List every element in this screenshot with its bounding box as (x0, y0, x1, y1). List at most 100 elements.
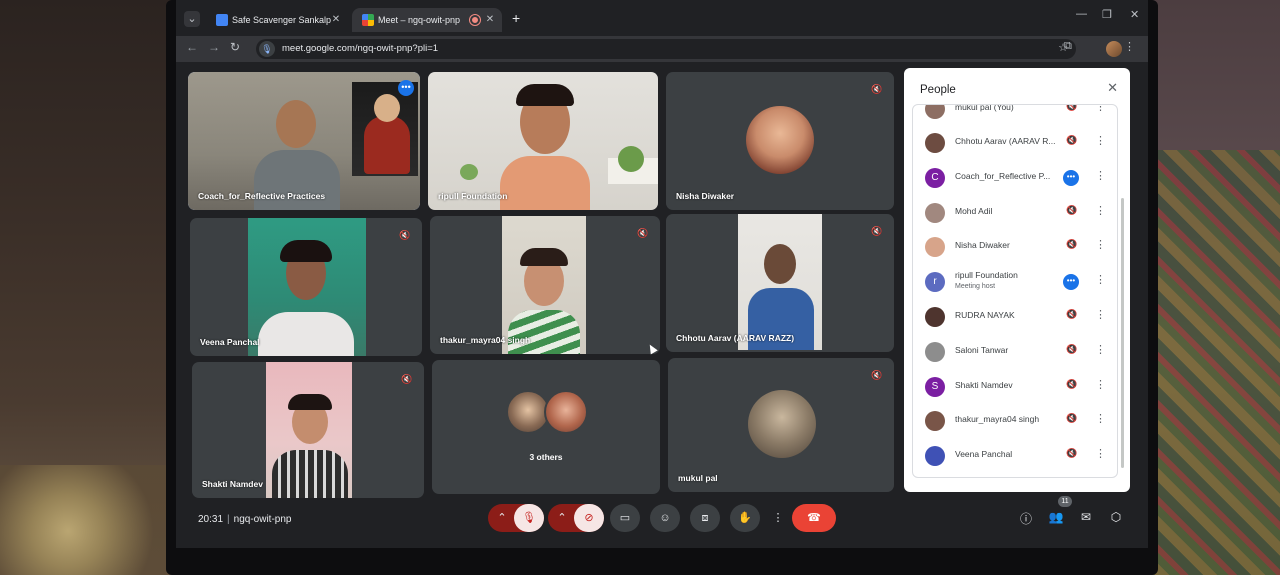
participant-row[interactable]: S Shakti Namdev 🔇 ⋮ (913, 369, 1117, 403)
tile-others[interactable]: 3 others (432, 360, 660, 494)
participant-row[interactable]: Saloni Tanwar 🔇 ⋮ (913, 334, 1117, 368)
person-body (258, 312, 354, 356)
window-close-icon[interactable]: ✕ (1130, 8, 1139, 21)
mic-off-icon: 🔇 (1066, 205, 1078, 215)
participant-row[interactable]: mukul pal (You) 🔇 ⋮ (913, 104, 1117, 125)
person-body (508, 310, 580, 354)
minimize-icon[interactable]: — (1076, 8, 1087, 20)
tab-safe-scavenger[interactable]: Safe Scavenger Sankalp ✕ (206, 8, 348, 32)
profile-avatar[interactable] (1106, 41, 1122, 57)
more-options-icon[interactable]: ⋮ (1095, 273, 1106, 286)
avatar (925, 203, 945, 223)
scrollbar[interactable] (1121, 198, 1124, 468)
participant-row[interactable]: thakur_mayra04 singh 🔇 ⋮ (913, 403, 1117, 437)
activities-icon[interactable]: ⬡ (1108, 510, 1124, 524)
more-options-icon[interactable]: ⋮ (1095, 343, 1106, 356)
people-panel: People ✕ mukul pal (You) 🔇 ⋮ Chhotu Aara… (904, 68, 1130, 492)
mic-off-icon: 🔇 (1066, 448, 1078, 458)
people-icon[interactable]: 👥 (1048, 510, 1064, 524)
participant-row[interactable]: Veena Panchal 🔇 ⋮ (913, 438, 1117, 472)
more-options-icon[interactable]: ⋮ (1095, 447, 1106, 460)
person-face (764, 244, 796, 284)
tile-nisha[interactable]: 🔇 Nisha Diwaker (666, 72, 894, 210)
participant-name: Coach_for_Reflective Practices (198, 191, 326, 201)
site-info-icon[interactable]: 🎙 (259, 41, 275, 57)
participant-row[interactable]: r ripull Foundation Meeting host ••• ⋮ (913, 264, 1117, 298)
forward-icon[interactable]: → (208, 40, 220, 54)
avatar (925, 133, 945, 153)
mic-off-icon: 🔇 (1066, 413, 1078, 423)
tile-thakur[interactable]: 🔇 thakur_mayra04 singh (430, 216, 660, 354)
participant-name: Coach_for_Reflective P... (955, 171, 1051, 181)
tile-ripull[interactable]: ripull Foundation (428, 72, 658, 210)
tab-meet[interactable]: Meet – ngq-owit-pnp ✕ (352, 8, 502, 32)
meet-icon (362, 14, 374, 26)
mic-off-icon: 🔇 (1066, 239, 1078, 249)
close-icon[interactable]: ✕ (330, 8, 342, 32)
speaking-icon: ••• (1063, 274, 1079, 290)
camera-control-group: ⌃ ⊘ (548, 504, 604, 532)
avatar (746, 106, 814, 174)
participant-name: thakur_mayra04 singh (440, 335, 531, 345)
leave-call-icon[interactable]: ☎ (792, 504, 836, 532)
chevron-up-icon[interactable]: ⌃ (494, 504, 510, 532)
url-bar[interactable]: 🎙 meet.google.com/ngq-owit-pnp?pli=1 ☆ (256, 39, 1076, 59)
new-tab-button[interactable]: + (512, 10, 520, 26)
mic-off-icon: 🔇 (637, 228, 649, 238)
close-icon[interactable]: ✕ (1107, 80, 1118, 96)
tab-search-icon[interactable]: ⌄ (184, 11, 200, 27)
participant-name: Saloni Tanwar (955, 345, 1009, 355)
close-icon[interactable]: ✕ (484, 8, 496, 32)
meeting-code: ngq-owit-pnp (233, 514, 292, 525)
more-options-icon[interactable]: ⋮ (1095, 412, 1106, 425)
participant-row[interactable]: Nisha Diwaker 🔇 ⋮ (913, 229, 1117, 263)
more-options-icon[interactable]: ⋮ (770, 504, 786, 532)
avatar (925, 307, 945, 327)
meeting-details-icon[interactable]: ⓘ (1018, 510, 1034, 527)
avatar (925, 237, 945, 257)
raise-hand-icon[interactable]: ✋ (730, 504, 760, 532)
chat-icon[interactable]: ✉ (1078, 510, 1094, 524)
avatar: S (925, 377, 945, 397)
participant-row[interactable]: RUDRA NAYAK 🔇 ⋮ (913, 299, 1117, 333)
extensions-icon[interactable]: ⧉ (1064, 40, 1072, 53)
more-options-icon[interactable]: ⋮ (1095, 238, 1106, 251)
participant-row[interactable]: C Coach_for_Reflective P... ••• ⋮ (913, 160, 1117, 194)
camera-off-icon[interactable]: ⊘ (574, 504, 604, 532)
avatar (925, 411, 945, 431)
others-count: 3 others (529, 452, 563, 462)
mic-off-icon: 🔇 (871, 84, 883, 94)
more-options-icon[interactable]: ⋮ (1095, 169, 1106, 182)
participant-row[interactable]: Mohd Adil 🔇 ⋮ (913, 195, 1117, 229)
participant-row[interactable]: Chhotu Aarav (AARAV R... 🔇 ⋮ (913, 125, 1117, 159)
tile-veena[interactable]: 🔇 Veena Panchal (190, 218, 422, 356)
more-options-icon[interactable]: ⋮ (1095, 308, 1106, 321)
participant-name: thakur_mayra04 singh (955, 414, 1040, 424)
back-icon[interactable]: ← (186, 40, 198, 54)
mic-off-icon: 🔇 (1066, 309, 1078, 319)
chevron-up-icon[interactable]: ⌃ (554, 504, 570, 532)
more-options-icon[interactable]: ⋮ (1095, 204, 1106, 217)
restore-icon[interactable]: ❐ (1102, 8, 1112, 21)
tile-mukul[interactable]: 🔇 mukul pal (668, 358, 894, 492)
panel-title: People (920, 84, 956, 96)
browser-menu-icon[interactable]: ⋮ (1124, 40, 1135, 53)
tile-chhotu[interactable]: 🔇 Chhotu Aarav (AARAV RAZZ) (666, 214, 894, 352)
captions-icon[interactable]: ▭ (610, 504, 640, 532)
mic-off-icon: 🔇 (1066, 379, 1078, 389)
person-face (276, 100, 316, 148)
tile-coach[interactable]: ••• Coach_for_Reflective Practices (188, 72, 420, 210)
present-screen-icon[interactable]: ⧈ (690, 504, 720, 532)
more-options-icon[interactable]: ⋮ (1095, 105, 1106, 113)
more-options-icon[interactable]: ⋮ (1095, 134, 1106, 147)
participant-name: Shakti Namdev (202, 479, 263, 489)
more-options-icon[interactable]: ••• (398, 80, 414, 96)
more-options-icon[interactable]: ⋮ (1095, 378, 1106, 391)
participant-name: mukul pal (You) (955, 104, 1014, 112)
tile-shakti[interactable]: 🔇 Shakti Namdev (192, 362, 424, 498)
microphone-off-icon[interactable]: 🎙 (514, 504, 544, 532)
participant-name: Nisha Diwaker (676, 191, 735, 201)
person-hair (520, 248, 568, 266)
emoji-icon[interactable]: ☺ (650, 504, 680, 532)
reload-icon[interactable]: ↻ (230, 40, 240, 54)
